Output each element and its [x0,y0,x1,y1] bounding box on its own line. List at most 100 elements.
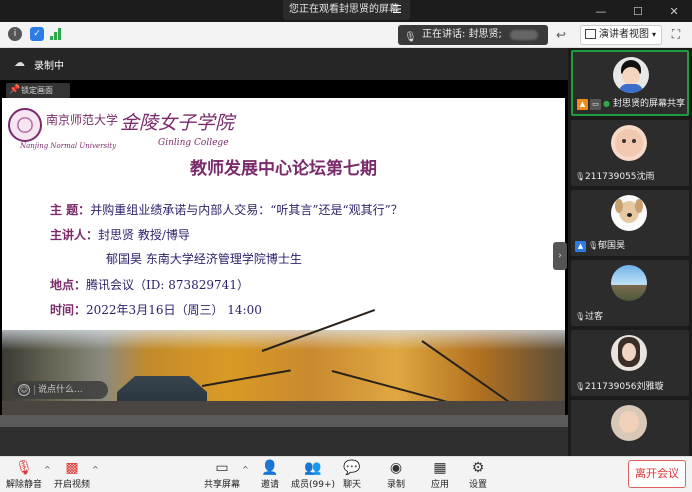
apps-label: 应用 [430,480,449,490]
microphone-muted-icon: 🎙 [588,241,599,250]
chat-icon: 💬 [343,460,361,476]
mute-button[interactable]: 🎙 解除静音 [4,459,44,490]
participant-tile[interactable]: ▲ ▭ ● 封思贤的屏幕共享 [571,50,689,116]
topic-value: 并购重组业绩承诺与内部人交易：“听其言”还是“观其行”？ [90,203,403,217]
participant-tile[interactable]: 🎙过客 [571,260,689,326]
school-logo: 南京师范大学 · Nanjing Normal University 金陵女子学… [8,108,268,152]
record-button[interactable]: ◉ 录制 [376,459,416,490]
avatar [613,57,649,93]
share-screen-icon: ▭ [215,460,229,476]
co-speaker-value: 郁国昊 东南大学经济管理学院博士生 [106,252,302,266]
record-icon: ◉ [389,460,403,476]
lock-screen-label: 锁定画面 [21,86,53,95]
blurred-name [510,30,538,40]
active-speaker-label: 正在讲话: 封思贤; [422,29,502,40]
chat-input[interactable]: ☺ 说点什么... [12,381,108,399]
video-button[interactable]: ▩ 开启视频 [52,459,92,490]
screen-share-icon: ▭ [590,99,601,110]
place-key: 地点： [50,278,87,292]
signal-icon[interactable] [50,28,62,40]
participant-name: ▲ ▭ ● 封思贤的屏幕共享 [577,96,685,110]
active-speaker-indicator: 🎙 正在讲话: 封思贤; [398,25,548,45]
speaker-key: 主讲人： [50,228,99,242]
co-speaker-line: 郁国昊 东南大学经济管理学院博士生 [106,250,302,267]
video-options-chevron-icon[interactable]: ^ [92,465,99,474]
video-label: 开启视频 [53,480,90,490]
members-label: 成员(99+) [290,480,336,490]
slide-title: 教师发展中心论坛第七期 [190,159,377,179]
place-value: 腾讯会议（ID: 873829741） [86,278,249,292]
window-controls: — ☐ ✕ [582,0,692,22]
members-icon: 👥 [304,460,322,476]
shield-icon[interactable]: ✓ [30,27,44,41]
avatar [611,405,647,441]
participant-tile[interactable] [571,400,689,456]
chat-input-placeholder: 说点什么... [38,385,83,395]
share-banner-text: 您正在观看封思贤的屏幕 [289,4,399,15]
avatar [611,335,647,371]
participant-name: 🎙过客 [575,312,604,322]
speaker-line: 主讲人：封思贤 教授/博导 [50,226,190,243]
members-button[interactable]: 👥 成员(99+) [290,459,336,490]
microphone-icon: ● [603,99,610,108]
logo-university-cn: 南京师范大学 · [46,113,126,127]
close-icon[interactable]: ✕ [669,5,678,18]
topic-key: 主 题： [50,203,91,217]
participant-name: 🎙211739055沈雨 [575,172,655,182]
share-screen-label: 共享屏幕 [203,480,240,490]
avatar [611,125,647,161]
info-icon[interactable]: i [8,27,22,41]
bottom-toolbar: 🎙 解除静音 ^ ▩ 开启视频 ^ ▭ 共享屏幕 ^ 👤 邀请 👥 成员(99+… [0,456,692,492]
recording-label: 录制中 [34,61,64,72]
camera-off-icon: ▩ [65,460,79,476]
recording-bar: ☁ 录制中 [0,48,568,80]
cloud-icon: ☁ [14,56,25,69]
share-options-chevron-icon[interactable]: ^ [242,465,249,474]
settings-label: 设置 [468,480,487,490]
invite-label: 邀请 [260,480,279,490]
participant-tile[interactable]: 🎙211739055沈雨 [571,120,689,186]
meeting-window: — ☐ ✕ 您正在观看封思贤的屏幕 ☰ i ✓ 🎙 正在讲话: 封思贤; ↩ 演… [0,0,692,492]
microphone-muted-icon: 🎙 [575,172,586,181]
mute-label: 解除静音 [5,480,42,490]
mute-options-chevron-icon[interactable]: ^ [44,465,51,474]
menu-icon[interactable]: ☰ [392,0,406,20]
gear-icon: ⚙ [471,460,485,476]
speaker-value: 封思贤 教授/博导 [98,228,190,242]
layout-icon [585,29,596,39]
microphone-off-icon: 🎙 [15,460,33,476]
participant-name: 🎙211739056刘雅璇 [575,382,664,392]
place-line: 地点：腾讯会议（ID: 873829741） [50,276,249,293]
share-screen-button[interactable]: ▭ 共享屏幕 [202,459,242,490]
school-emblem [8,108,42,142]
logo-college-en: Ginling College [158,138,229,148]
fullscreen-icon[interactable]: ⛶ [668,27,684,43]
return-icon[interactable]: ↩ [552,26,570,44]
minimize-icon[interactable]: — [595,5,606,18]
time-key: 时间： [50,303,87,317]
participant-tile[interactable]: 🎙211739056刘雅璇 [571,330,689,396]
microphone-muted-icon: 🎙 [575,382,586,391]
maximize-icon[interactable]: ☐ [633,5,643,18]
chat-button[interactable]: 💬 聊天 [332,459,372,490]
collapse-panel-button[interactable]: › [553,242,567,270]
presentation-slide: 南京师范大学 · Nanjing Normal University 金陵女子学… [2,98,565,415]
settings-button[interactable]: ⚙ 设置 [458,459,498,490]
speaker-view-label: 演讲者视图 [599,29,649,40]
leave-meeting-button[interactable]: 离开会议 [628,460,686,488]
apps-button[interactable]: ▦ 应用 [420,459,460,490]
lock-screen-button[interactable]: 📌 锁定画面 [6,83,70,98]
logo-college-cn: 金陵女子学院 [120,112,235,134]
topic-line: 主 题：并购重组业绩承诺与内部人交易：“听其言”还是“观其行”？ [50,201,403,218]
avatar [611,195,647,231]
time-line: 时间：2022年3月16日（周三） 14:00 [50,301,262,318]
campus-photo [2,309,565,415]
record-label: 录制 [386,480,405,490]
add-user-icon: 👤 [261,460,279,476]
emoji-icon[interactable]: ☺ [18,384,30,396]
user-icon: ▲ [575,241,586,252]
invite-button[interactable]: 👤 邀请 [250,459,290,490]
avatar [611,265,647,301]
speaker-view-button[interactable]: 演讲者视图 ▾ [580,25,662,45]
participant-tile[interactable]: ▲ 🎙郁国昊 [571,190,689,256]
